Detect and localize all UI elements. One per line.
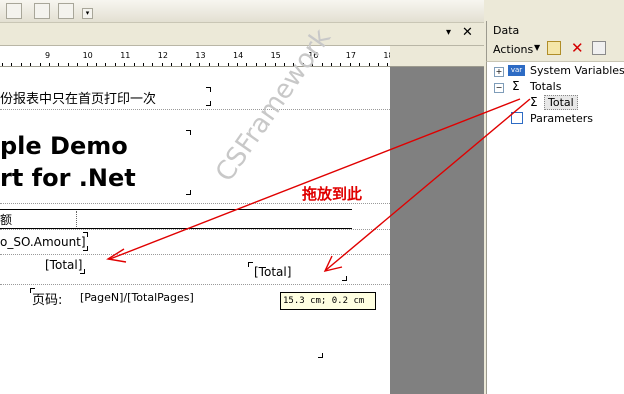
arrowhead-left: [106, 248, 127, 263]
arrow-to-left-total: [109, 98, 521, 260]
arrow-to-right-total: [325, 98, 531, 271]
drag-arrows: [106, 98, 531, 273]
